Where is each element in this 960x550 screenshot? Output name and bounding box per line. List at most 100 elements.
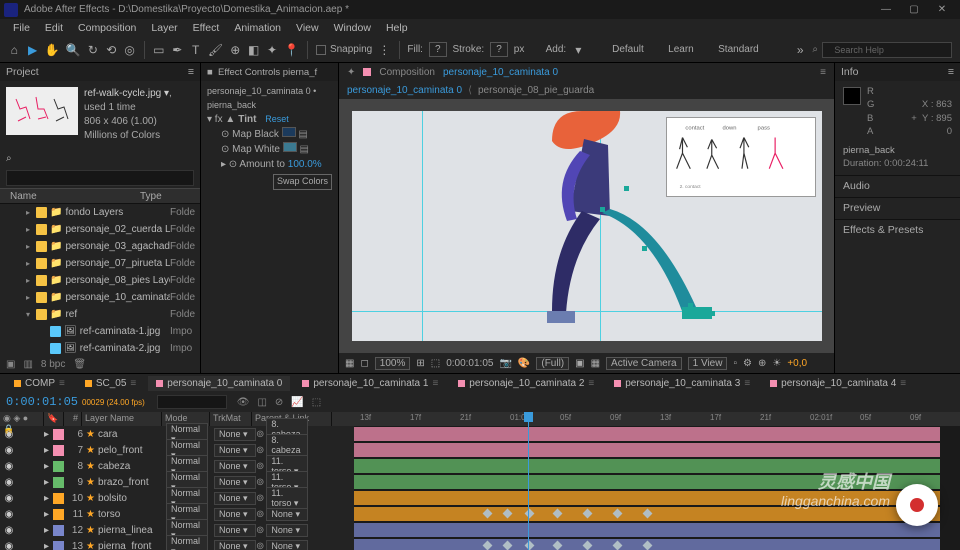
timeline-tab[interactable]: personaje_10_caminata 0 xyxy=(148,376,290,391)
snap-opt-icon[interactable]: ⋮ xyxy=(378,42,390,58)
renderer-icon[interactable]: ⚙ xyxy=(743,358,752,369)
resolution-dropdown[interactable]: (Full) xyxy=(536,357,569,370)
eraser-tool-icon[interactable]: ◧ xyxy=(247,42,259,58)
new-comp-icon[interactable]: ▥ xyxy=(23,359,32,370)
workspace-default[interactable]: Default xyxy=(612,44,644,55)
swap-colors-button[interactable]: Swap Colors xyxy=(273,174,332,190)
timeline-search[interactable] xyxy=(157,395,227,409)
overflow-icon[interactable]: » xyxy=(794,42,806,58)
draft-icon[interactable]: ⬚ xyxy=(312,397,321,408)
tree-row[interactable]: ▸📁personaje_07_pirueta LayersFolde xyxy=(0,255,200,272)
menu-window[interactable]: Window xyxy=(327,20,378,36)
tree-row[interactable]: ▸📁personaje_08_pies LayersFolde xyxy=(0,272,200,289)
rectangle-tool-icon[interactable]: ▭ xyxy=(153,42,165,58)
motion-blur-icon[interactable]: ⊘ xyxy=(275,397,283,408)
mask-icon[interactable]: ◻ xyxy=(360,358,368,369)
snapshot-icon[interactable]: 📷 xyxy=(499,358,511,369)
roto-tool-icon[interactable]: ✦ xyxy=(266,42,278,58)
draft3d-icon[interactable]: ▫ xyxy=(733,358,737,369)
timeline-tab[interactable]: personaje_10_caminata 1 ≡ xyxy=(294,376,446,391)
map-black-swatch[interactable] xyxy=(282,127,296,137)
timeline-tab[interactable]: COMP ≡ xyxy=(6,376,73,391)
timeline-tab[interactable]: personaje_10_caminata 4 ≡ xyxy=(762,376,914,391)
comp-tab-name[interactable]: personaje_10_caminata 0 xyxy=(443,67,558,78)
menu-composition[interactable]: Composition xyxy=(71,20,143,36)
orbit-tool-icon[interactable]: ↻ xyxy=(87,42,99,58)
pen-tool-icon[interactable]: ✒ xyxy=(171,42,183,58)
tree-row[interactable]: 🖼ref-caminata-2.jpgImpo xyxy=(0,340,200,355)
tree-row[interactable]: ▸📁personaje_03_agachada LayersFolde xyxy=(0,238,200,255)
project-tree[interactable]: ▸📁fondo LayersFolde▸📁personaje_02_cuerda… xyxy=(0,204,200,355)
grid-icon[interactable]: ▦ xyxy=(345,358,354,369)
maximize-button[interactable]: ▢ xyxy=(900,4,928,15)
trash-icon[interactable]: 🗑 xyxy=(73,359,86,370)
tree-row[interactable]: ▸📁personaje_02_cuerda LayersFolde xyxy=(0,221,200,238)
timecode-display[interactable]: 0:00:01:05 xyxy=(446,358,493,369)
roi-icon[interactable]: ▣ xyxy=(575,358,584,369)
fill-swatch[interactable]: ? xyxy=(429,42,447,57)
puppet-tool-icon[interactable]: 📍 xyxy=(284,42,299,58)
project-search-input[interactable] xyxy=(6,170,194,186)
zoom-tool-icon[interactable]: 🔍 xyxy=(66,42,81,58)
home-icon[interactable]: ⌂ xyxy=(8,42,20,58)
asset-thumbnail[interactable] xyxy=(6,87,78,135)
zoom-dropdown[interactable]: 100% xyxy=(375,357,411,370)
channel-icon[interactable]: ⬚ xyxy=(431,358,440,369)
reset-button[interactable]: Reset xyxy=(265,113,289,127)
menu-view[interactable]: View xyxy=(289,20,326,36)
res-icon[interactable]: ⊞ xyxy=(416,358,424,369)
help-search[interactable]: ⌕ Search Help xyxy=(812,42,952,58)
menu-animation[interactable]: Animation xyxy=(227,20,288,36)
folder-icon[interactable]: ▣ xyxy=(6,359,15,370)
close-button[interactable]: ✕ xyxy=(928,4,956,15)
camera-dropdown[interactable]: Active Camera xyxy=(606,357,682,370)
snapping-toggle[interactable]: Snapping xyxy=(316,44,372,55)
current-time-indicator[interactable] xyxy=(528,412,529,550)
rotate-tool-icon[interactable]: ⟲ xyxy=(105,42,117,58)
flowchart-breadcrumb: personaje_10_caminata 0 ⟨ personaje_08_p… xyxy=(339,81,834,99)
audio-panel-header[interactable]: Audio xyxy=(835,175,960,197)
color-icon[interactable]: 🎨 xyxy=(518,358,530,369)
menu-help[interactable]: Help xyxy=(379,20,415,36)
menu-file[interactable]: File xyxy=(6,20,37,36)
timeline-tab[interactable]: SC_05 ≡ xyxy=(77,376,144,391)
add-dropdown-icon[interactable]: ▾ xyxy=(572,42,584,58)
workspace-standard[interactable]: Standard xyxy=(718,44,759,55)
reference-image[interactable]: contactdownpass 2. contact xyxy=(666,117,816,197)
minimize-button[interactable]: — xyxy=(872,4,900,15)
frame-blend-icon[interactable]: ◫ xyxy=(257,397,266,408)
effects-presets-header[interactable]: Effects & Presets xyxy=(835,219,960,241)
anchor-tool-icon[interactable]: ◎ xyxy=(123,42,135,58)
comp-color-icon xyxy=(363,68,371,76)
timeline-tab[interactable]: personaje_10_caminata 2 ≡ xyxy=(450,376,602,391)
menu-edit[interactable]: Edit xyxy=(38,20,70,36)
map-white-swatch[interactable] xyxy=(283,142,297,152)
type-tool-icon[interactable]: T xyxy=(189,42,201,58)
menu-effect[interactable]: Effect xyxy=(186,20,227,36)
hand-tool-icon[interactable]: ✋ xyxy=(45,42,60,58)
tree-row[interactable]: ▸📁fondo LayersFolde xyxy=(0,204,200,221)
clone-tool-icon[interactable]: ⊕ xyxy=(229,42,241,58)
guides-icon[interactable]: ⊕ xyxy=(758,358,766,369)
amount-value[interactable]: 100.0% xyxy=(288,159,322,170)
timeline-tab[interactable]: personaje_10_caminata 3 ≡ xyxy=(606,376,758,391)
menu-layer[interactable]: Layer xyxy=(144,20,184,36)
viewport[interactable]: contactdownpass 2. contact xyxy=(339,99,834,353)
tree-row[interactable]: ▸📁personaje_10_caminata LayersFolde xyxy=(0,289,200,306)
selection-tool-icon[interactable]: ▶ xyxy=(26,42,38,58)
stroke-swatch[interactable]: ? xyxy=(490,42,508,57)
current-timecode[interactable]: 0:00:01:05 xyxy=(6,395,78,409)
project-title: Project xyxy=(6,66,39,78)
views-dropdown[interactable]: 1 View xyxy=(688,357,728,370)
transparency-icon[interactable]: ▦ xyxy=(591,358,600,369)
tree-row[interactable]: 🖼ref-caminata-1.jpgImpo xyxy=(0,323,200,340)
workspace-learn[interactable]: Learn xyxy=(668,44,694,55)
shy-icon[interactable]: 👁 xyxy=(237,397,250,408)
preview-panel-header[interactable]: Preview xyxy=(835,197,960,219)
graph-editor-icon[interactable]: 📈 xyxy=(291,397,303,408)
exposure-value[interactable]: +0,0 xyxy=(787,358,807,369)
exposure-icon[interactable]: ☀ xyxy=(772,358,781,369)
tree-row[interactable]: ▾📁refFolde xyxy=(0,306,200,323)
record-button[interactable] xyxy=(896,484,938,526)
brush-tool-icon[interactable]: 🖌 xyxy=(208,42,223,58)
